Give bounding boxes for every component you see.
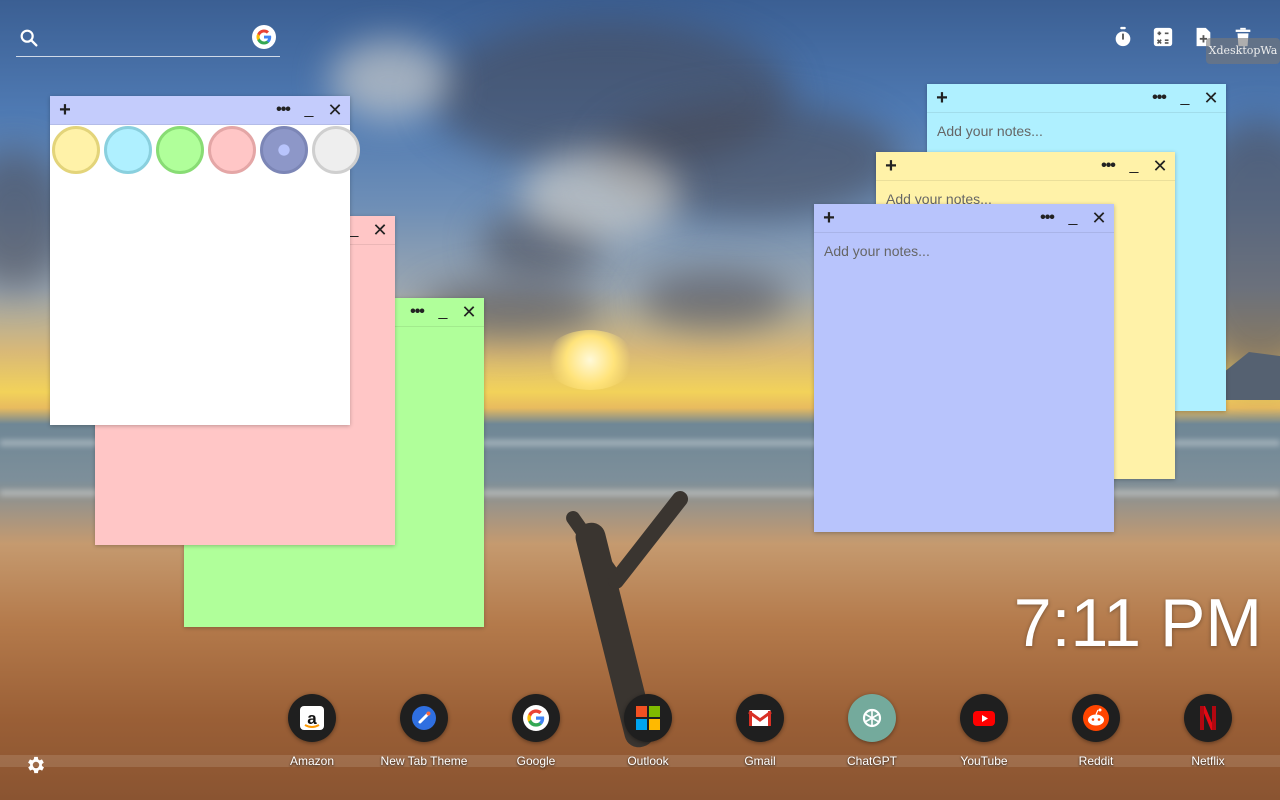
minimize-button[interactable]: _ bbox=[1062, 207, 1084, 229]
note-header: + ••• _ ✕ bbox=[814, 204, 1114, 233]
app-dock: a Amazon New Tab Theme Google Outlook Gm… bbox=[0, 694, 1280, 774]
youtube-icon bbox=[960, 694, 1008, 742]
shortcut-new-tab-theme[interactable]: New Tab Theme bbox=[368, 694, 480, 768]
shortcut-amazon[interactable]: a Amazon bbox=[256, 694, 368, 768]
more-options-button[interactable]: ••• bbox=[1148, 87, 1170, 109]
color-palette bbox=[52, 126, 360, 174]
shortcut-label: New Tab Theme bbox=[380, 754, 468, 768]
calculator-icon[interactable] bbox=[1152, 26, 1174, 48]
sun bbox=[545, 330, 635, 390]
outlook-icon bbox=[624, 694, 672, 742]
shortcut-chatgpt[interactable]: ChatGPT bbox=[816, 694, 928, 768]
color-swatch-gray[interactable] bbox=[312, 126, 360, 174]
search-bar bbox=[16, 22, 280, 57]
note-header: + ••• _ ✕ bbox=[927, 84, 1226, 113]
note-blue[interactable]: + ••• _ ✕ bbox=[814, 204, 1114, 532]
minimize-button[interactable]: _ bbox=[1174, 87, 1196, 109]
shortcut-label: Reddit bbox=[1078, 754, 1114, 768]
note-header: + ••• _ ✕ bbox=[876, 152, 1175, 181]
note-header: + ••• _ ✕ bbox=[50, 96, 350, 125]
gmail-icon bbox=[736, 694, 784, 742]
add-note-button[interactable]: + bbox=[931, 87, 953, 109]
color-swatch-green[interactable] bbox=[156, 126, 204, 174]
shortcut-outlook[interactable]: Outlook bbox=[592, 694, 704, 768]
google-icon bbox=[512, 694, 560, 742]
close-button[interactable]: ✕ bbox=[1200, 87, 1222, 109]
shortcut-label: Netflix bbox=[1191, 754, 1225, 768]
search-icon[interactable] bbox=[18, 27, 40, 49]
close-button[interactable]: ✕ bbox=[1149, 155, 1171, 177]
shortcut-label: YouTube bbox=[960, 754, 1008, 768]
color-swatch-cyan[interactable] bbox=[104, 126, 152, 174]
stopwatch-icon[interactable] bbox=[1112, 26, 1134, 48]
shortcut-label: Outlook bbox=[627, 754, 669, 768]
note-body bbox=[814, 233, 1114, 532]
close-button[interactable]: ✕ bbox=[458, 301, 480, 323]
new-tab-theme-icon bbox=[400, 694, 448, 742]
cloud bbox=[520, 150, 680, 240]
minimize-button[interactable]: _ bbox=[432, 301, 454, 323]
search-input[interactable] bbox=[48, 28, 252, 52]
more-options-button[interactable]: ••• bbox=[1036, 207, 1058, 229]
minimize-button[interactable]: _ bbox=[1123, 155, 1145, 177]
shortcut-label: ChatGPT bbox=[846, 754, 897, 768]
close-button[interactable]: ✕ bbox=[324, 99, 346, 121]
add-note-button[interactable]: + bbox=[880, 155, 902, 177]
driftwood bbox=[604, 487, 692, 593]
note-white[interactable]: + ••• _ ✕ bbox=[50, 96, 360, 425]
shortcut-reddit[interactable]: Reddit bbox=[1040, 694, 1152, 768]
color-swatch-yellow[interactable] bbox=[52, 126, 100, 174]
svg-text:a: a bbox=[307, 709, 317, 728]
chatgpt-icon bbox=[848, 694, 896, 742]
minimize-button[interactable]: _ bbox=[298, 99, 320, 121]
more-options-button[interactable]: ••• bbox=[406, 301, 428, 323]
google-icon[interactable] bbox=[252, 25, 276, 49]
shortcut-label: Google bbox=[516, 754, 556, 768]
shortcut-google[interactable]: Google bbox=[480, 694, 592, 768]
shortcut-label: Gmail bbox=[744, 754, 776, 768]
add-note-button[interactable]: + bbox=[818, 207, 840, 229]
shortcut-gmail[interactable]: Gmail bbox=[704, 694, 816, 768]
shortcut-youtube[interactable]: YouTube bbox=[928, 694, 1040, 768]
gear-icon[interactable] bbox=[25, 754, 47, 776]
shortcut-netflix[interactable]: Netflix bbox=[1152, 694, 1264, 768]
close-button[interactable]: ✕ bbox=[1088, 207, 1110, 229]
netflix-icon bbox=[1184, 694, 1232, 742]
amazon-icon: a bbox=[288, 694, 336, 742]
more-options-button[interactable]: ••• bbox=[272, 99, 294, 121]
reddit-icon bbox=[1072, 694, 1120, 742]
more-options-button[interactable]: ••• bbox=[1097, 155, 1119, 177]
note-text-input[interactable] bbox=[824, 243, 1104, 522]
shortcut-label: Amazon bbox=[289, 754, 335, 768]
add-note-button[interactable]: + bbox=[54, 99, 76, 121]
color-swatch-blue-selected[interactable] bbox=[260, 126, 308, 174]
watermark-logo: XdesktopWa bbox=[1206, 38, 1280, 64]
close-button[interactable]: ✕ bbox=[369, 219, 391, 241]
clock: 7:11 PM bbox=[1013, 585, 1262, 661]
cloud bbox=[640, 270, 790, 330]
color-swatch-pink[interactable] bbox=[208, 126, 256, 174]
